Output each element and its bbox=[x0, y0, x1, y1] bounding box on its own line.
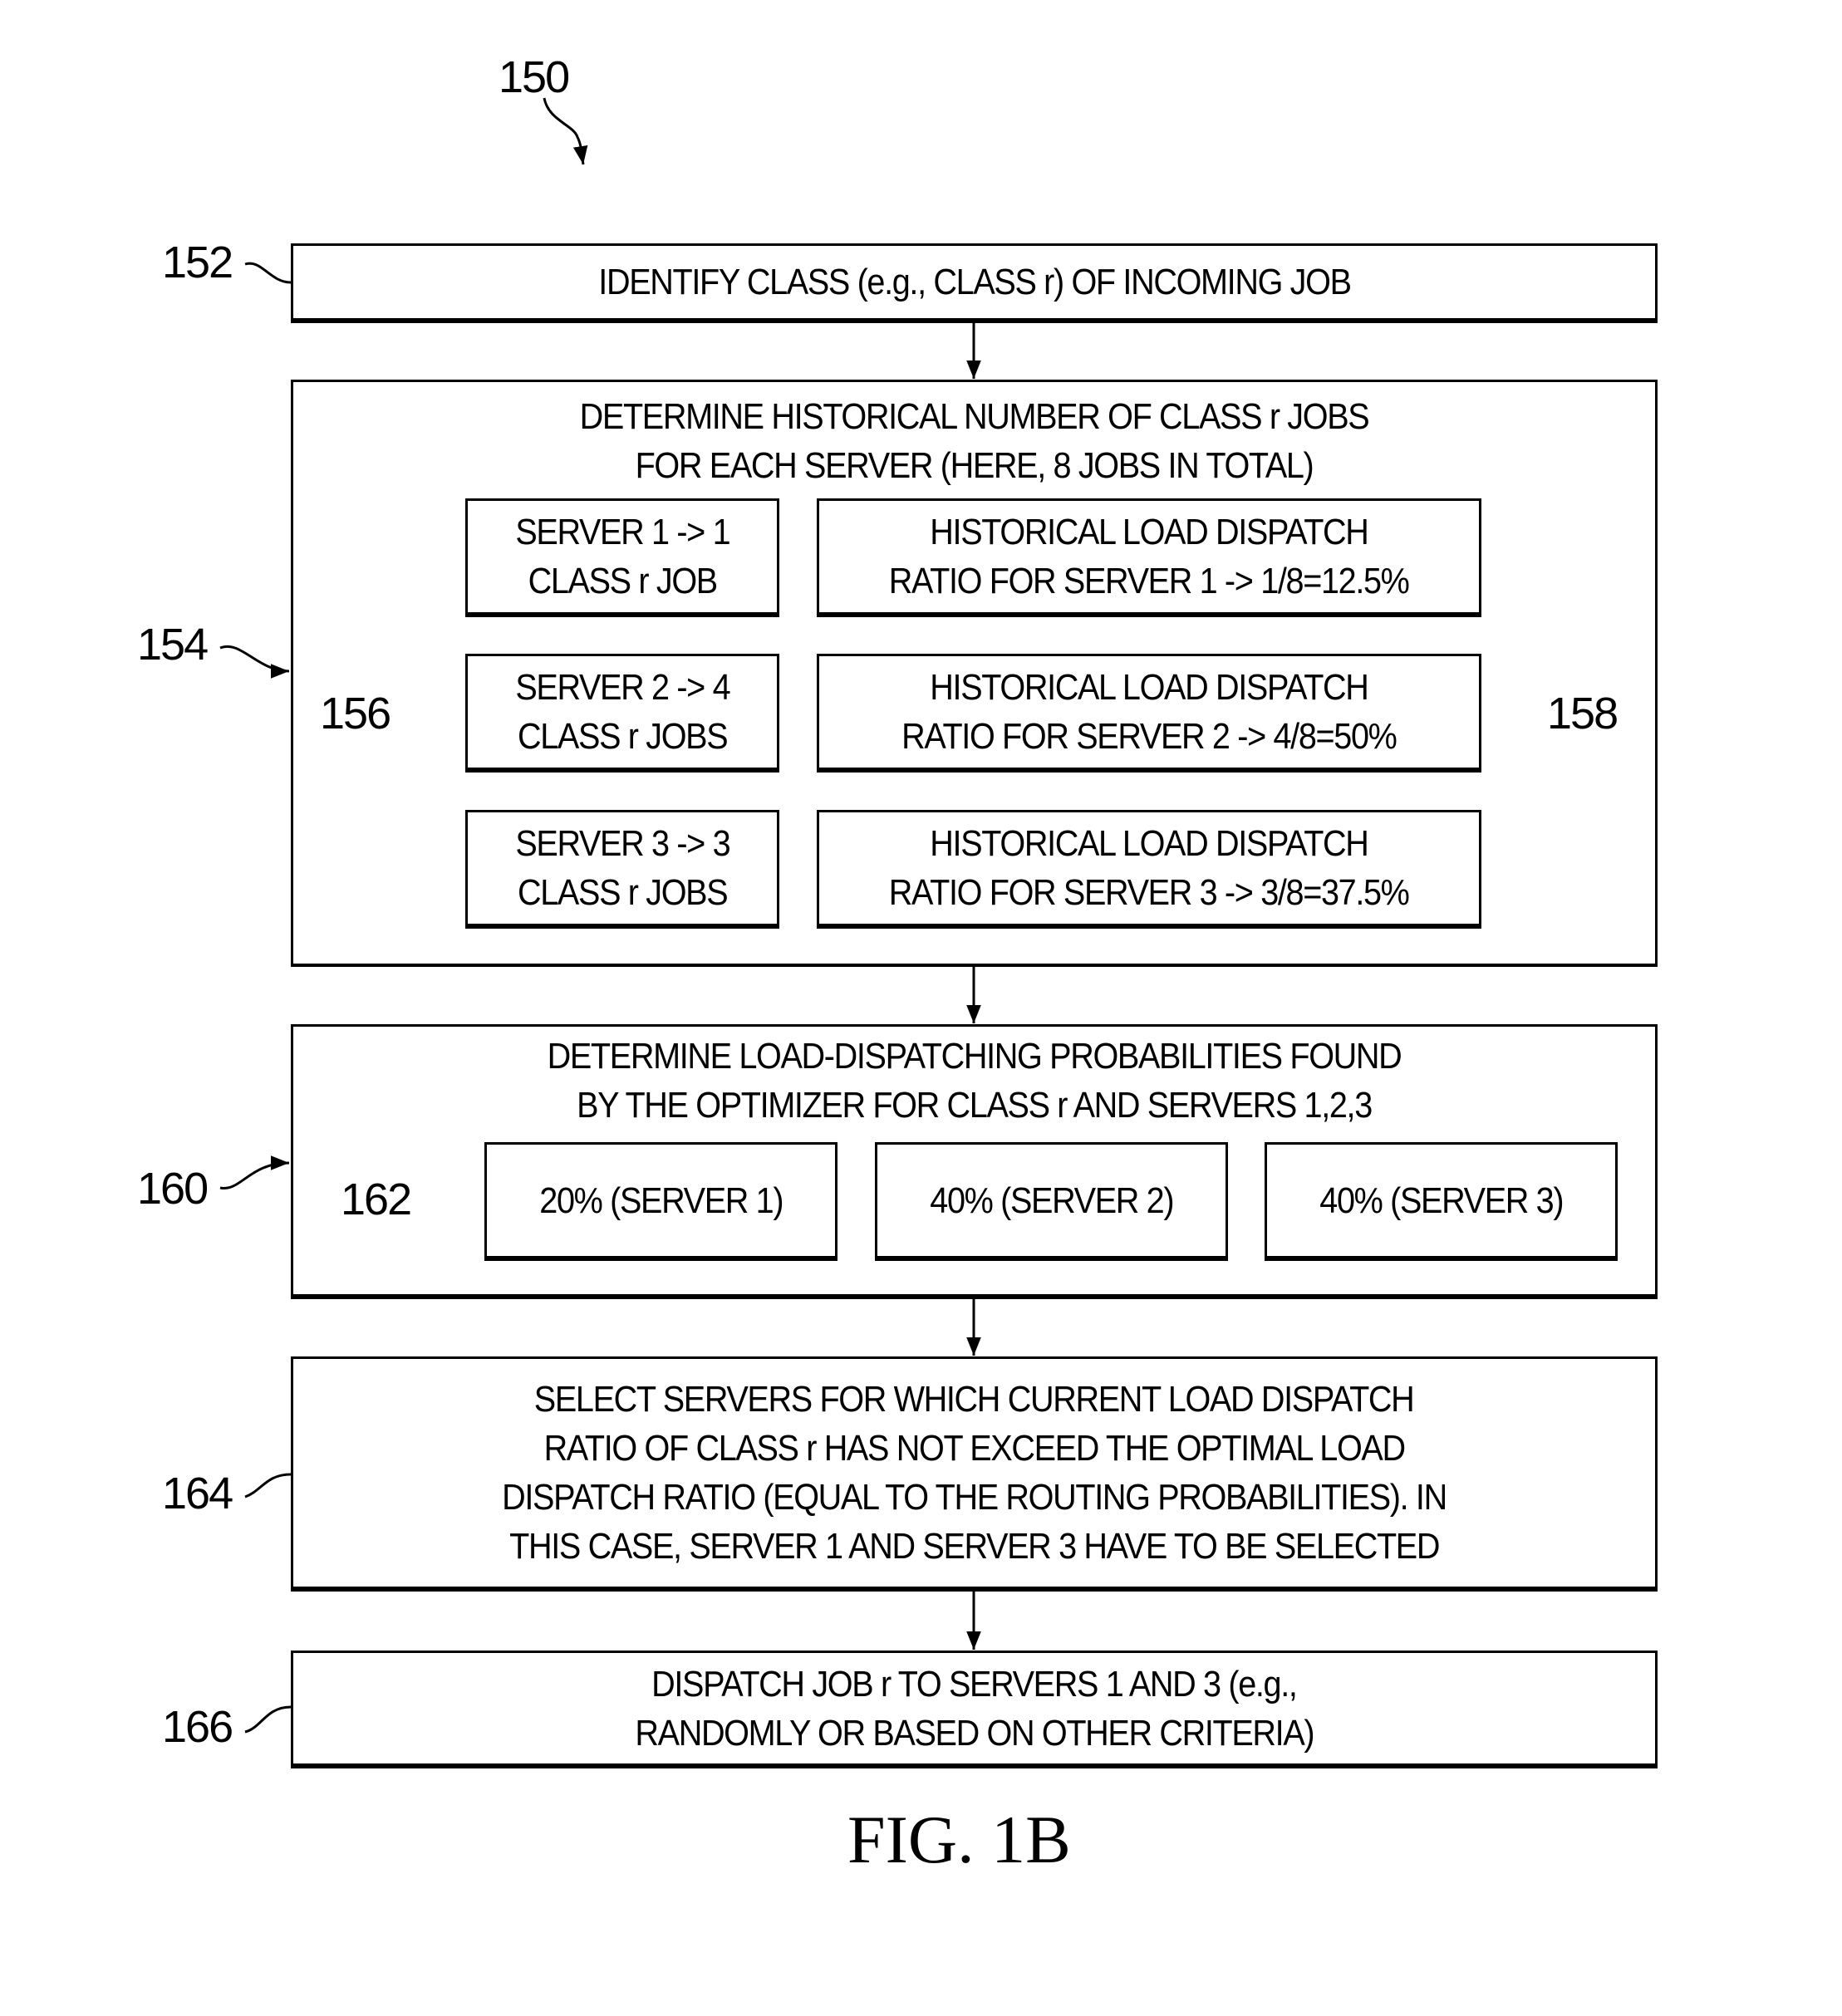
server-2-count-box: SERVER 2 -> 4 CLASS r JOBS bbox=[465, 654, 779, 773]
step-historical-line-1: DETERMINE HISTORICAL NUMBER OF CLASS r J… bbox=[579, 396, 1370, 437]
probability-server-3: 40% (SERVER 3) bbox=[1265, 1142, 1618, 1261]
step-dispatch-job: DISPATCH JOB r TO SERVERS 1 AND 3 (e.g.,… bbox=[291, 1651, 1658, 1768]
figure-reference-number: 150 bbox=[499, 52, 570, 102]
server-1-count-line-1: SERVER 1 -> 1 bbox=[515, 512, 730, 552]
server-1-ratio-box: HISTORICAL LOAD DISPATCH RATIO FOR SERVE… bbox=[817, 498, 1481, 617]
probability-server-1-text: 20% (SERVER 1) bbox=[539, 1180, 783, 1221]
step-dispatch-line-1: DISPATCH JOB r TO SERVERS 1 AND 3 (e.g., bbox=[651, 1663, 1298, 1705]
server-1-ratio-line-2: RATIO FOR SERVER 1 -> 1/8=12.5% bbox=[889, 561, 1410, 601]
probability-server-2-text: 40% (SERVER 2) bbox=[930, 1180, 1174, 1221]
leader-154 bbox=[219, 645, 290, 679]
step-probabilities-line-1: DETERMINE LOAD-DISPATCHING PROBABILITIES… bbox=[547, 1036, 1402, 1077]
server-3-ratio-box: HISTORICAL LOAD DISPATCH RATIO FOR SERVE… bbox=[817, 810, 1481, 929]
server-2-ratio-line-1: HISTORICAL LOAD DISPATCH bbox=[930, 667, 1369, 708]
step-select-line-1: SELECT SERVERS FOR WHICH CURRENT LOAD DI… bbox=[534, 1379, 1415, 1420]
ref-164: 164 bbox=[162, 1469, 233, 1518]
ref-152: 152 bbox=[162, 238, 233, 287]
probability-server-3-text: 40% (SERVER 3) bbox=[1319, 1180, 1564, 1221]
leader-152 bbox=[244, 262, 292, 284]
step-dispatch-line-2: RANDOMLY OR BASED ON OTHER CRITERIA) bbox=[635, 1712, 1314, 1754]
ref-162: 162 bbox=[341, 1175, 412, 1224]
step-identify-class: IDENTIFY CLASS (e.g., CLASS r) OF INCOMI… bbox=[291, 243, 1658, 323]
server-1-count-box: SERVER 1 -> 1 CLASS r JOB bbox=[465, 498, 779, 617]
leader-164 bbox=[244, 1473, 292, 1499]
step-probabilities-line-2: BY THE OPTIMIZER FOR CLASS r AND SERVERS… bbox=[577, 1085, 1373, 1126]
server-3-count-box: SERVER 3 -> 3 CLASS r JOBS bbox=[465, 810, 779, 929]
server-2-ratio-line-2: RATIO FOR SERVER 2 -> 4/8=50% bbox=[901, 716, 1397, 757]
step-select-line-3: DISPATCH RATIO (EQUAL TO THE ROUTING PRO… bbox=[502, 1477, 1447, 1518]
server-2-count-line-2: CLASS r JOBS bbox=[517, 716, 729, 757]
server-2-ratio-box: HISTORICAL LOAD DISPATCH RATIO FOR SERVE… bbox=[817, 654, 1481, 773]
step-select-line-2: RATIO OF CLASS r HAS NOT EXCEED THE OPTI… bbox=[543, 1428, 1406, 1469]
figure-ref-arrow bbox=[543, 97, 588, 165]
ref-158: 158 bbox=[1547, 689, 1619, 738]
ref-160: 160 bbox=[137, 1164, 209, 1214]
server-3-count-line-1: SERVER 3 -> 3 bbox=[515, 823, 730, 864]
step-select-servers: SELECT SERVERS FOR WHICH CURRENT LOAD DI… bbox=[291, 1356, 1658, 1592]
server-2-count-line-1: SERVER 2 -> 4 bbox=[515, 667, 730, 708]
server-3-ratio-line-2: RATIO FOR SERVER 3 -> 3/8=37.5% bbox=[889, 872, 1410, 913]
server-3-ratio-line-1: HISTORICAL LOAD DISPATCH bbox=[930, 823, 1369, 864]
step-select-line-4: THIS CASE, SERVER 1 AND SERVER 3 HAVE TO… bbox=[509, 1526, 1440, 1567]
probability-server-2: 40% (SERVER 2) bbox=[875, 1142, 1228, 1261]
server-1-ratio-line-1: HISTORICAL LOAD DISPATCH bbox=[930, 512, 1369, 552]
ref-154: 154 bbox=[137, 620, 209, 670]
leader-160 bbox=[219, 1155, 290, 1189]
server-3-count-line-2: CLASS r JOBS bbox=[517, 872, 729, 913]
ref-156: 156 bbox=[320, 689, 391, 738]
step-historical-line-2: FOR EACH SERVER (HERE, 8 JOBS IN TOTAL) bbox=[635, 445, 1314, 486]
figure-caption: FIG. 1B bbox=[847, 1802, 1071, 1877]
step-identify-class-text: IDENTIFY CLASS (e.g., CLASS r) OF INCOMI… bbox=[597, 262, 1352, 302]
leader-166 bbox=[244, 1705, 292, 1734]
probability-server-1: 20% (SERVER 1) bbox=[484, 1142, 837, 1261]
ref-166: 166 bbox=[162, 1702, 233, 1752]
server-1-count-line-2: CLASS r JOB bbox=[528, 561, 718, 601]
